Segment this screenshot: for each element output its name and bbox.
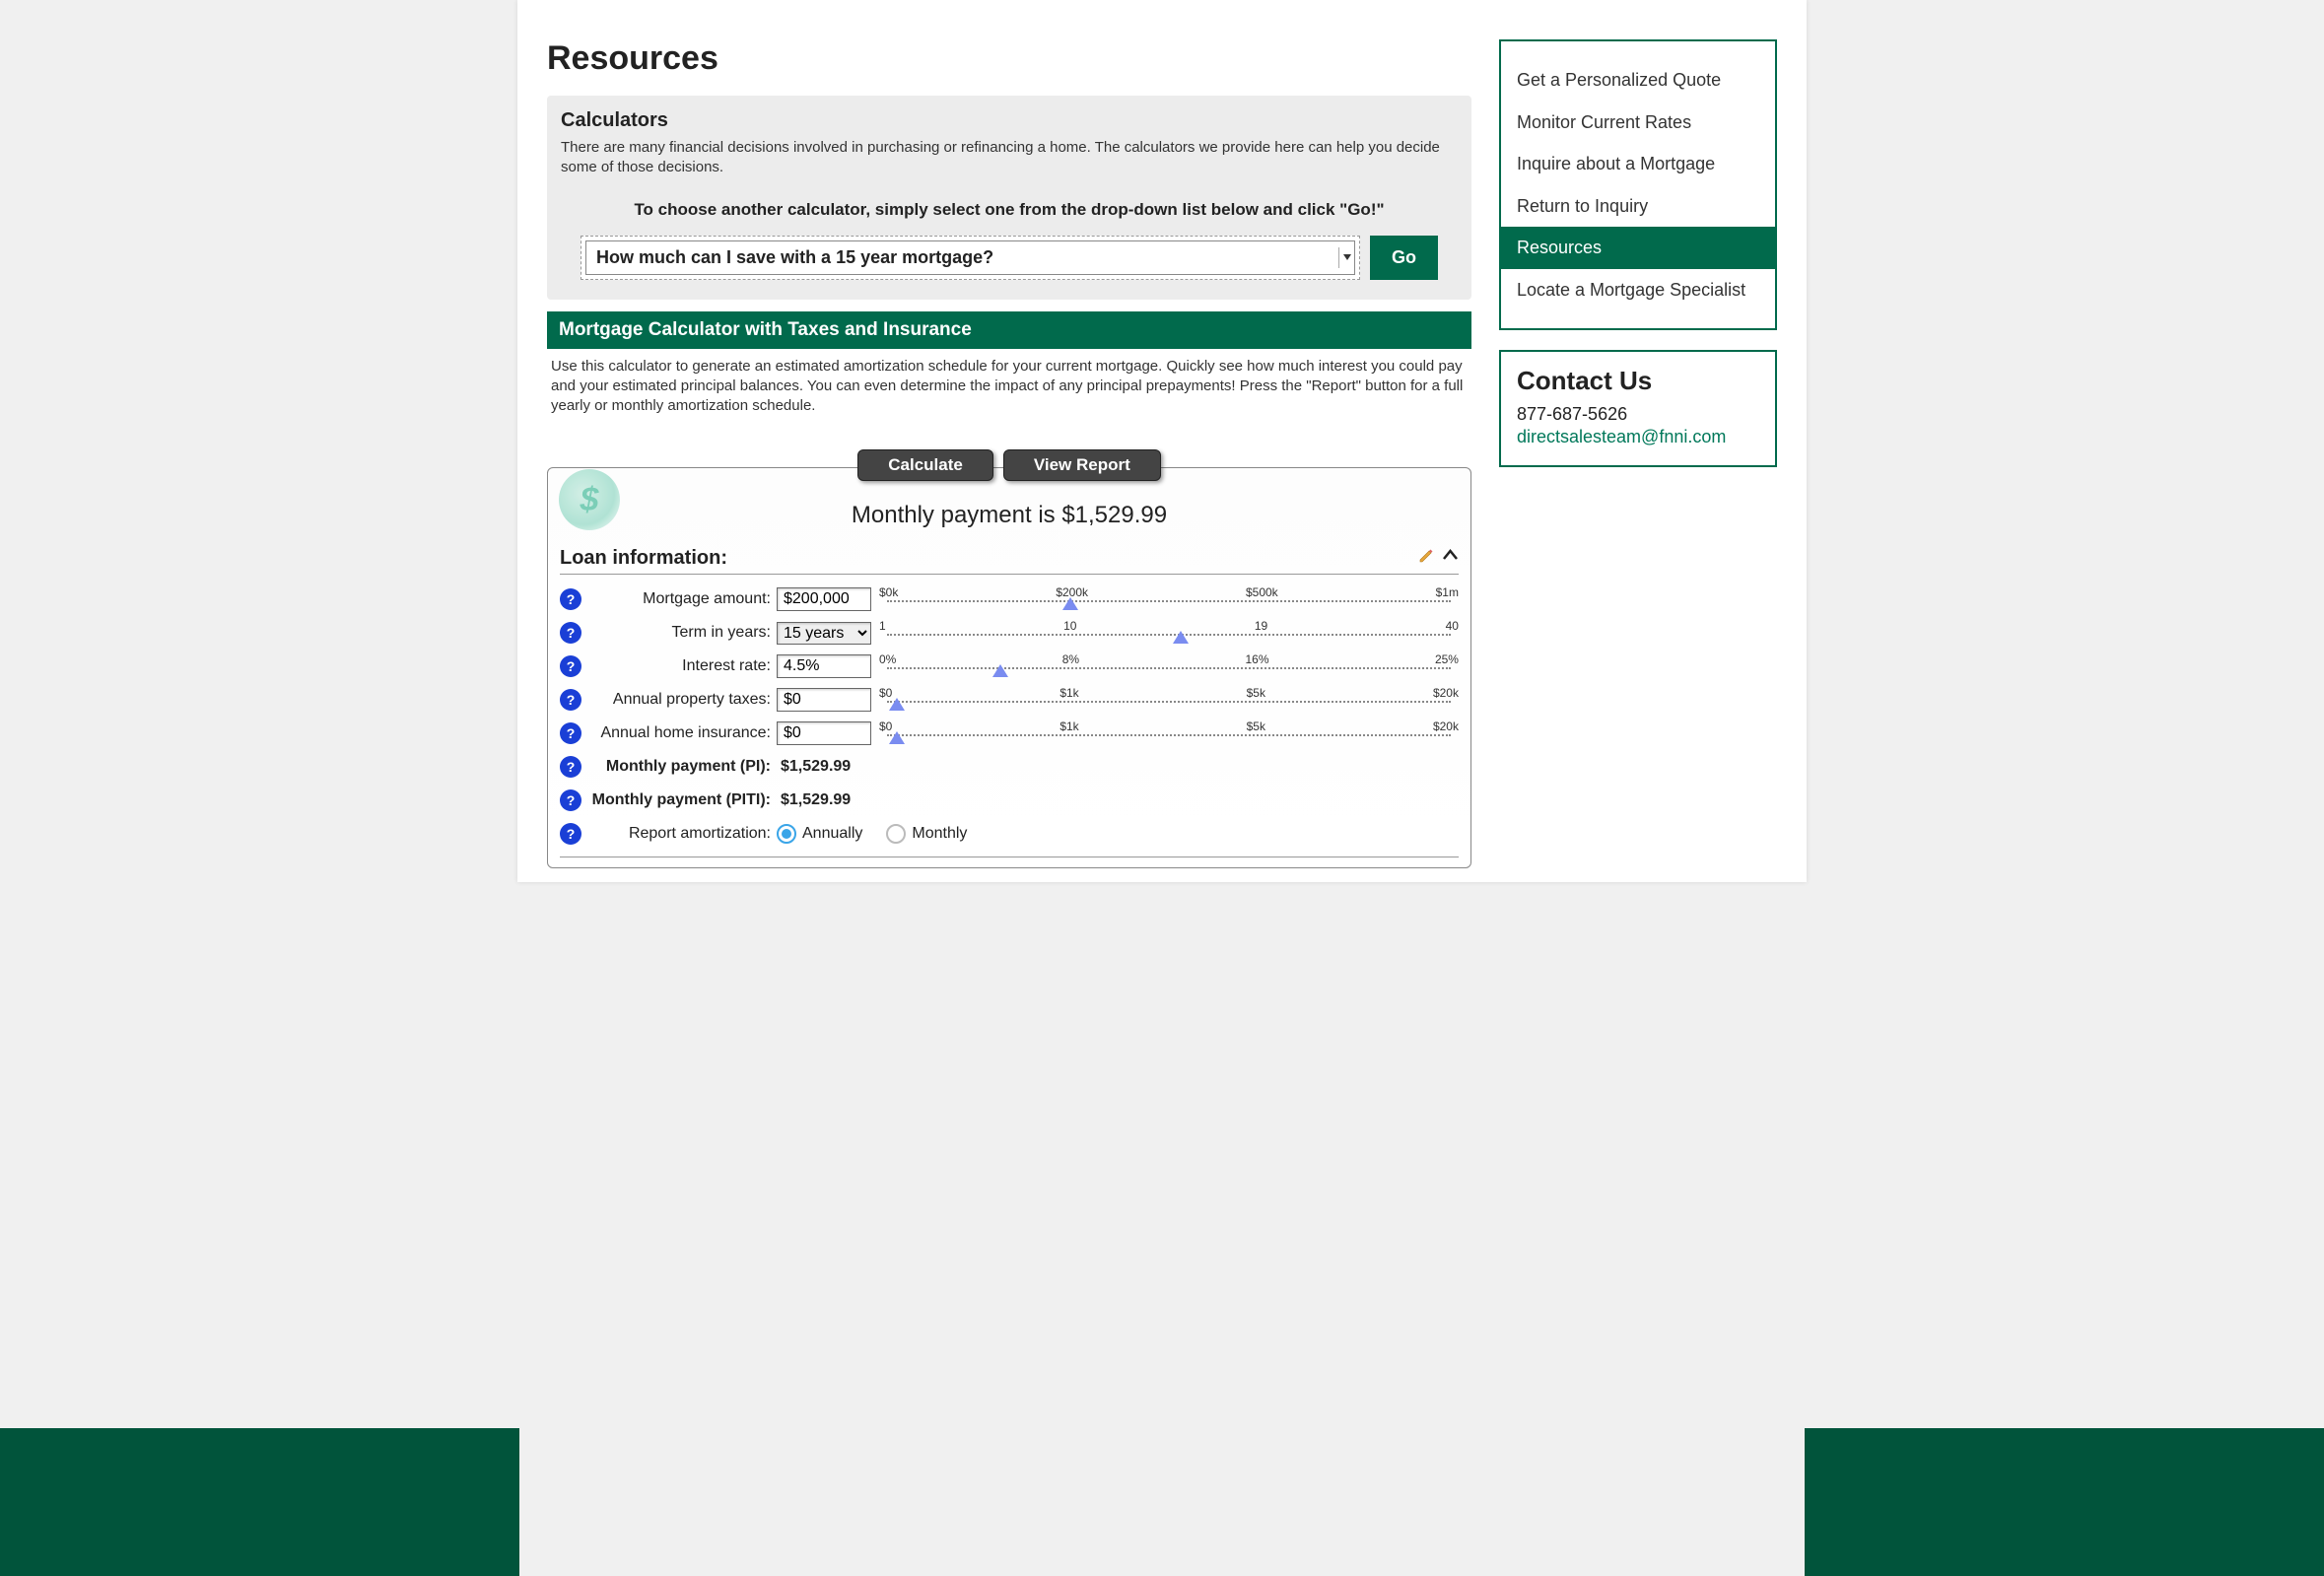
monthly-label: Monthly bbox=[912, 825, 967, 843]
calculator-result: Monthly payment is $1,529.99 bbox=[560, 502, 1459, 529]
payment-piti-value: $1,529.99 bbox=[777, 791, 851, 809]
calculate-tab[interactable]: Calculate bbox=[857, 449, 993, 481]
pencil-icon[interactable] bbox=[1418, 547, 1434, 570]
payment-piti-label: Monthly payment (PITI): bbox=[589, 791, 777, 809]
dropdown-arrow-icon bbox=[1338, 247, 1354, 268]
interest-rate-label: Interest rate: bbox=[589, 657, 777, 675]
term-years-label: Term in years: bbox=[589, 624, 777, 642]
home-insurance-label: Annual home insurance: bbox=[589, 724, 777, 742]
section-title: Mortgage Calculator with Taxes and Insur… bbox=[547, 311, 1471, 349]
monthly-radio[interactable] bbox=[886, 824, 906, 844]
help-icon[interactable]: ? bbox=[560, 823, 581, 845]
sidebar-item-rates[interactable]: Monitor Current Rates bbox=[1501, 102, 1775, 144]
calculator-select-value: How much can I save with a 15 year mortg… bbox=[596, 247, 993, 268]
help-icon[interactable]: ? bbox=[560, 622, 581, 644]
go-button[interactable]: Go bbox=[1370, 236, 1438, 280]
calculator-select[interactable]: How much can I save with a 15 year mortg… bbox=[581, 236, 1360, 280]
contact-email-link[interactable]: directsalesteam@fnni.com bbox=[1517, 427, 1759, 447]
sidebar-nav: Get a Personalized Quote Monitor Current… bbox=[1499, 39, 1777, 330]
loan-information-heading: Loan information: bbox=[560, 547, 727, 570]
page-title: Resources bbox=[547, 39, 1471, 78]
calculator-chooser-instruction: To choose another calculator, simply sel… bbox=[561, 200, 1458, 220]
term-years-slider[interactable]: 1 10 19 40 bbox=[879, 619, 1459, 647]
help-icon[interactable]: ? bbox=[560, 722, 581, 744]
interest-rate-slider[interactable]: 0% 8% 16% 25% bbox=[879, 652, 1459, 680]
calculators-description: There are many financial decisions invol… bbox=[561, 138, 1458, 178]
payment-pi-label: Monthly payment (PI): bbox=[589, 758, 777, 776]
mortgage-amount-label: Mortgage amount: bbox=[589, 590, 777, 608]
calculators-intro-card: Calculators There are many financial dec… bbox=[547, 96, 1471, 300]
report-amortization-label: Report amortization: bbox=[589, 825, 777, 843]
sidebar-item-resources[interactable]: Resources bbox=[1501, 227, 1775, 269]
slider-handle-icon[interactable] bbox=[1062, 597, 1078, 610]
home-insurance-input[interactable] bbox=[777, 721, 871, 745]
home-insurance-slider[interactable]: $0 $1k $5k $20k bbox=[879, 719, 1459, 747]
annually-label: Annually bbox=[802, 825, 862, 843]
term-years-select[interactable]: 15 years bbox=[777, 622, 871, 645]
collapse-caret-icon[interactable] bbox=[1442, 547, 1459, 570]
sidebar-item-quote[interactable]: Get a Personalized Quote bbox=[1501, 59, 1775, 102]
property-taxes-input[interactable] bbox=[777, 688, 871, 712]
slider-handle-icon[interactable] bbox=[889, 698, 905, 711]
sidebar-item-return[interactable]: Return to Inquiry bbox=[1501, 185, 1775, 228]
annually-radio[interactable] bbox=[777, 824, 796, 844]
mortgage-amount-slider[interactable]: $0k $200k $500k $1m bbox=[879, 585, 1459, 613]
help-icon[interactable]: ? bbox=[560, 588, 581, 610]
calculators-heading: Calculators bbox=[561, 109, 1458, 132]
sidebar-item-inquire[interactable]: Inquire about a Mortgage bbox=[1501, 143, 1775, 185]
contact-heading: Contact Us bbox=[1517, 366, 1759, 396]
section-description: Use this calculator to generate an estim… bbox=[547, 349, 1471, 425]
slider-handle-icon[interactable] bbox=[992, 664, 1008, 677]
help-icon[interactable]: ? bbox=[560, 756, 581, 778]
property-taxes-slider[interactable]: $0 $1k $5k $20k bbox=[879, 686, 1459, 714]
contact-us-box: Contact Us 877-687-5626 directsalesteam@… bbox=[1499, 350, 1777, 467]
mortgage-amount-input[interactable] bbox=[777, 587, 871, 611]
slider-handle-icon[interactable] bbox=[889, 731, 905, 744]
contact-phone: 877-687-5626 bbox=[1517, 404, 1759, 425]
help-icon[interactable]: ? bbox=[560, 789, 581, 811]
help-icon[interactable]: ? bbox=[560, 655, 581, 677]
view-report-tab[interactable]: View Report bbox=[1003, 449, 1161, 481]
interest-rate-input[interactable] bbox=[777, 654, 871, 678]
slider-handle-icon[interactable] bbox=[1173, 631, 1189, 644]
sidebar-item-specialist[interactable]: Locate a Mortgage Specialist bbox=[1501, 269, 1775, 311]
help-icon[interactable]: ? bbox=[560, 689, 581, 711]
property-taxes-label: Annual property taxes: bbox=[589, 691, 777, 709]
payment-pi-value: $1,529.99 bbox=[777, 758, 851, 776]
